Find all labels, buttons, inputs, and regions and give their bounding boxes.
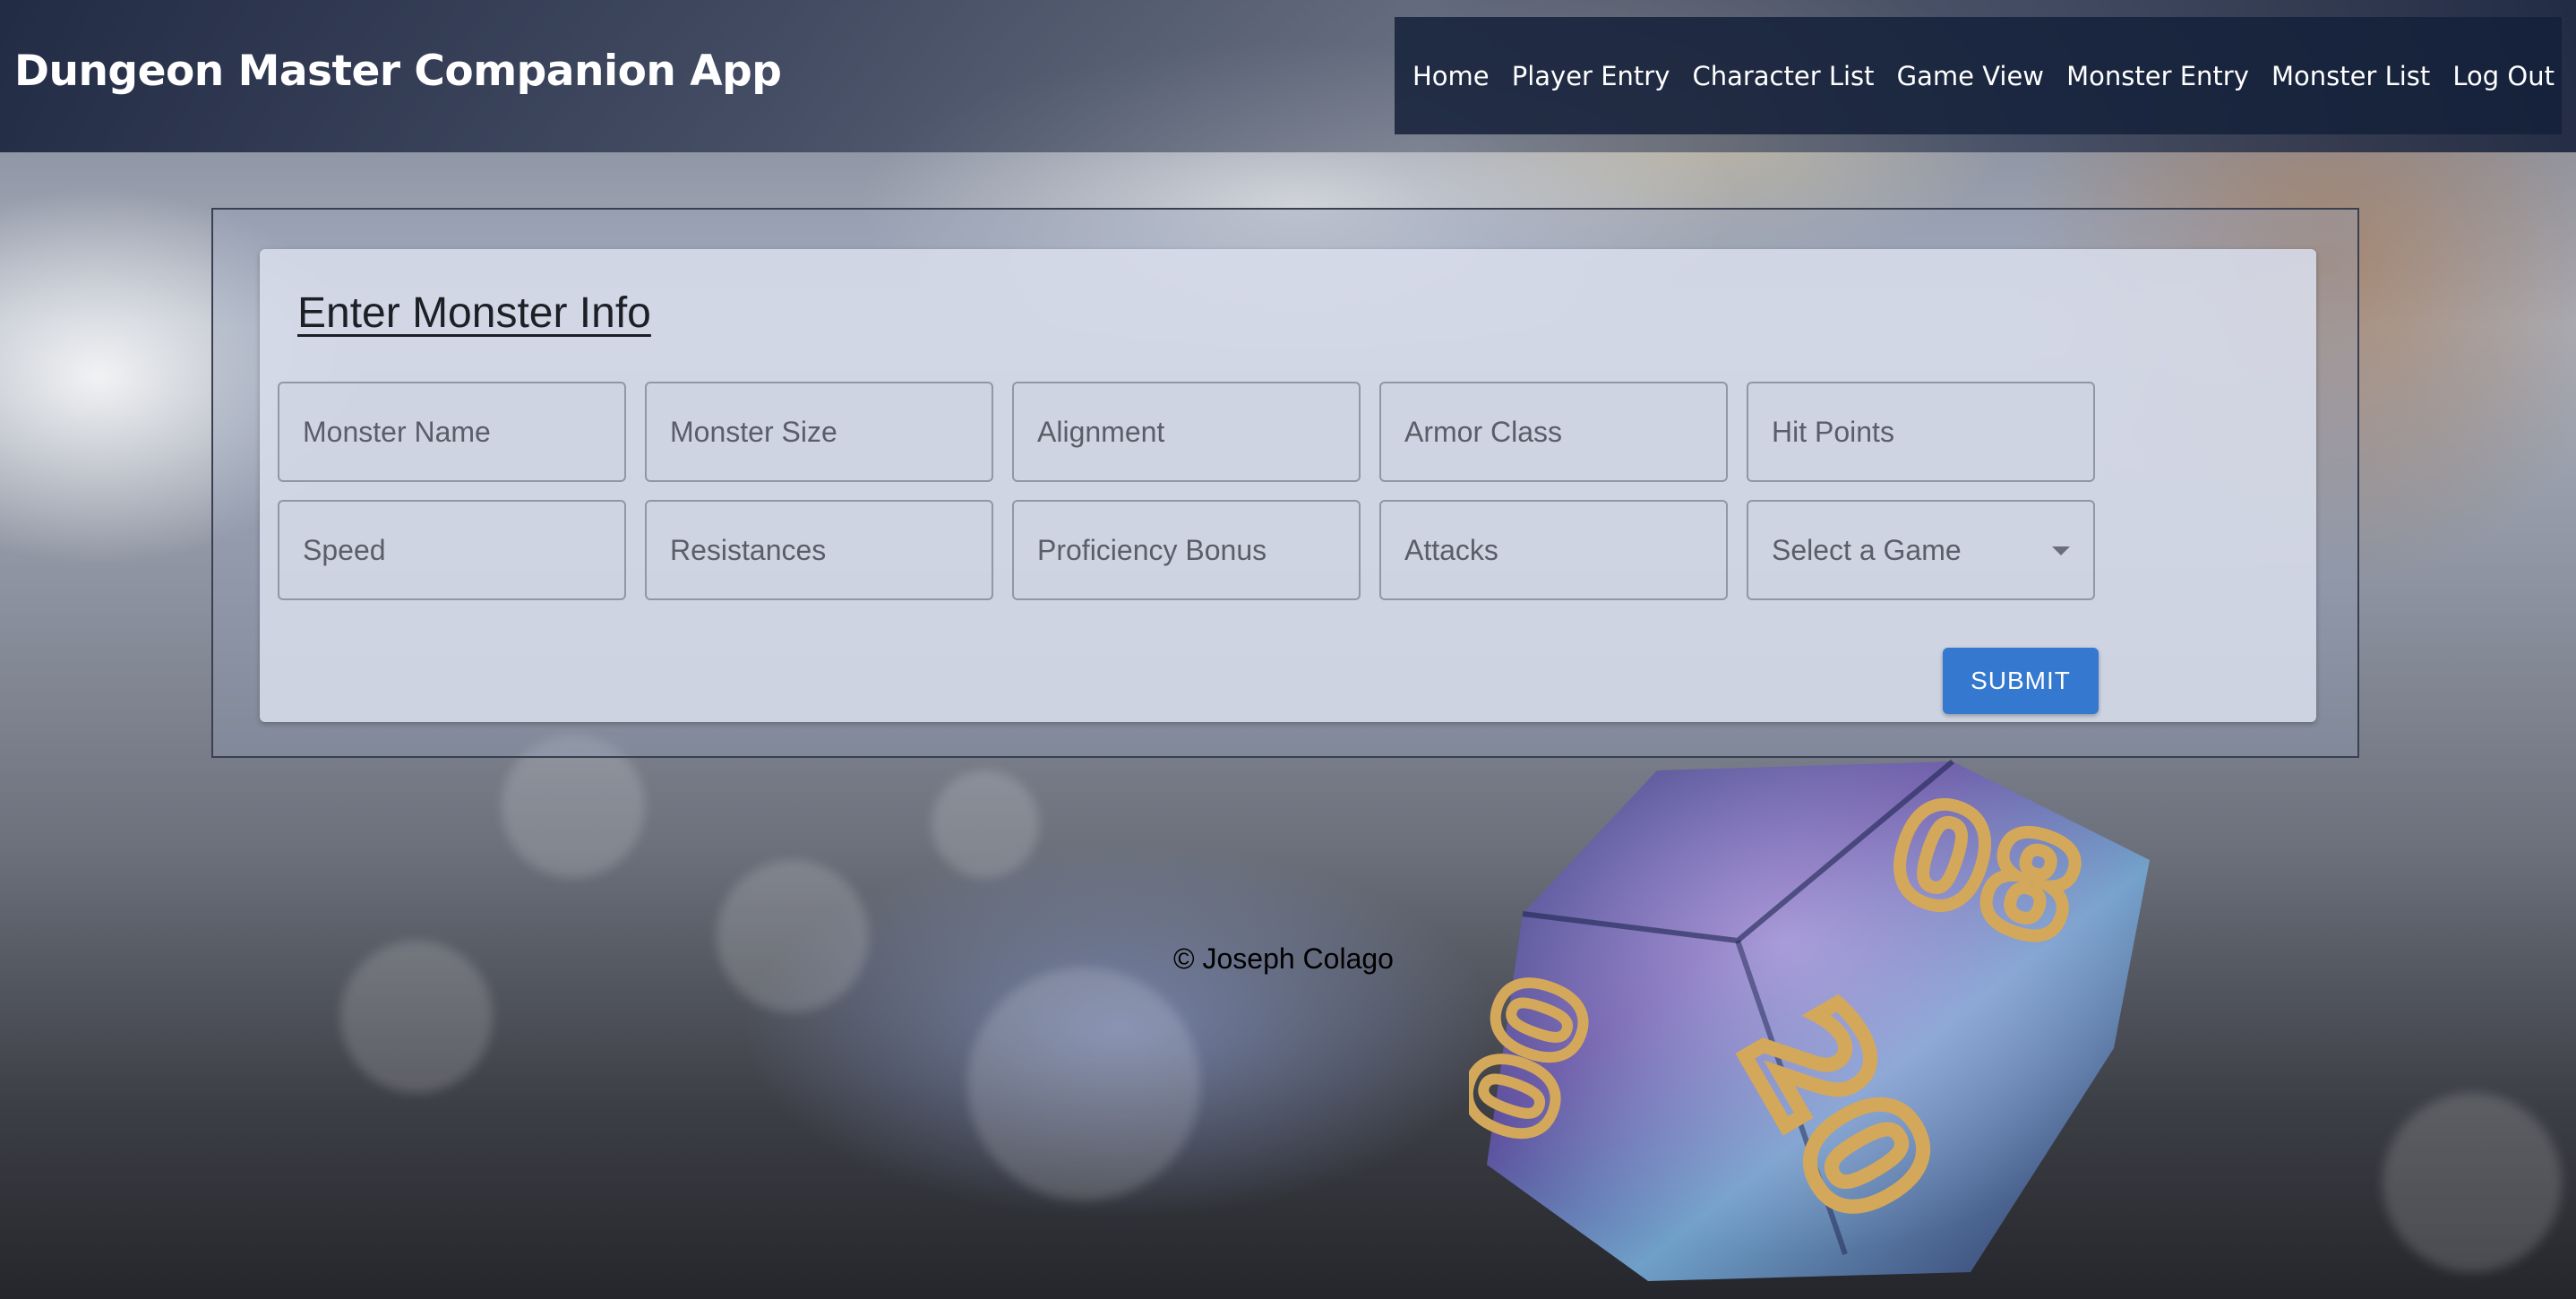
nav-home[interactable]: Home [1413,61,1490,91]
attacks-field[interactable] [1379,500,1728,600]
hit-points-input[interactable] [1748,383,2093,480]
form-title: Enter Monster Info [297,289,651,337]
submit-button[interactable]: SUBMIT [1943,648,2099,714]
speed-input[interactable] [279,502,624,598]
game-select[interactable]: Select a Game [1747,500,2095,600]
dice-image: 08 20 00 [1469,759,2150,1281]
speed-field[interactable] [278,500,626,600]
hit-points-field[interactable] [1747,382,2095,482]
nav-monster-entry[interactable]: Monster Entry [2066,61,2249,91]
nav-log-out[interactable]: Log Out [2452,61,2555,91]
nav-player-entry[interactable]: Player Entry [1512,61,1670,91]
app-header: Dungeon Master Companion App Home Player… [0,0,2576,152]
alignment-field[interactable] [1012,382,1361,482]
chevron-down-icon [2052,546,2070,555]
main-nav: Home Player Entry Character List Game Vi… [1395,17,2562,134]
monster-size-field[interactable] [645,382,993,482]
resistances-input[interactable] [647,502,992,598]
nav-monster-list[interactable]: Monster List [2271,61,2430,91]
armor-class-input[interactable] [1381,383,1726,480]
monster-form-card: Enter Monster Info Selec [260,249,2316,722]
attacks-input[interactable] [1381,502,1726,598]
nav-character-list[interactable]: Character List [1692,61,1874,91]
alignment-input[interactable] [1014,383,1359,480]
monster-form-panel: Enter Monster Info Selec [211,208,2359,758]
background-bokeh [2383,1093,2562,1272]
nav-game-view[interactable]: Game View [1897,61,2044,91]
proficiency-bonus-field[interactable] [1012,500,1361,600]
monster-name-input[interactable] [279,383,624,480]
armor-class-field[interactable] [1379,382,1728,482]
background-bokeh [967,968,1200,1200]
background-bokeh [340,941,493,1093]
proficiency-bonus-input[interactable] [1014,502,1359,598]
app-title: Dungeon Master Companion App [14,47,782,96]
footer-copyright: © Joseph Colago [1173,942,1394,975]
resistances-field[interactable] [645,500,993,600]
game-select-value: Select a Game [1772,534,1962,566]
monster-name-field[interactable] [278,382,626,482]
background-bokeh [932,770,1039,878]
background-bokeh [717,860,869,1012]
monster-size-input[interactable] [647,383,992,480]
